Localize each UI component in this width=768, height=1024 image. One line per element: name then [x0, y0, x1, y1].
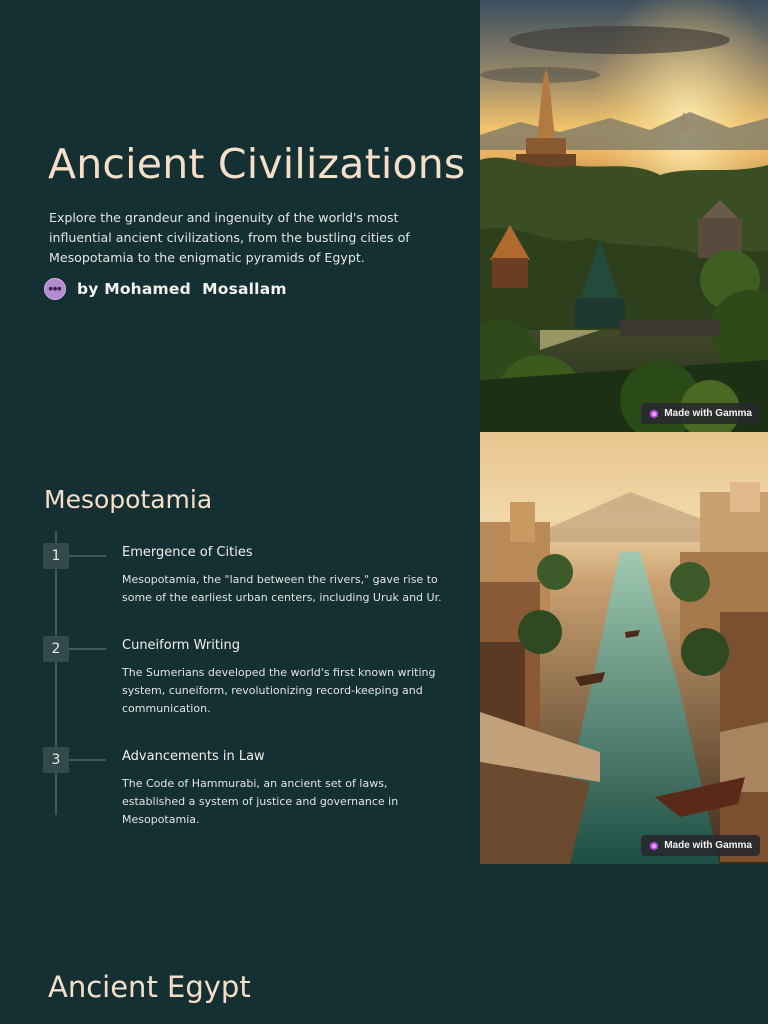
badge-label: Made with Gamma [664, 840, 752, 851]
timeline-item-body: The Code of Hammurabi, an ancient set of… [122, 777, 399, 826]
hero-image: Made with Gamma [480, 0, 768, 432]
made-with-gamma-badge[interactable]: Made with Gamma [641, 835, 760, 856]
timeline-item-body: Mesopotamia, the "land between the river… [122, 573, 442, 604]
made-with-gamma-badge[interactable]: Made with Gamma [641, 403, 760, 424]
timeline-connector [69, 555, 106, 557]
hero-description: Explore the grandeur and ingenuity of th… [49, 210, 410, 265]
author-name: by Mohamed Mosallam [77, 280, 287, 298]
timeline-item-title: Advancements in Law [122, 749, 265, 764]
timeline-item-title: Emergence of Cities [122, 545, 253, 560]
egypt-section: Ancient Egypt [0, 864, 768, 1024]
gamma-logo-icon [650, 409, 659, 418]
timeline-number: 1 [43, 543, 69, 569]
badge-label: Made with Gamma [664, 408, 752, 419]
mesopotamia-section: Mesopotamia 1 Emergence of Cities Mesopo… [0, 432, 768, 864]
section-title: Ancient Egypt [48, 970, 251, 1004]
gamma-logo-icon [650, 841, 659, 850]
timeline-number: 2 [43, 636, 69, 662]
timeline-item-body: The Sumerians developed the world's firs… [122, 666, 436, 715]
page-title: Ancient Civilizations [48, 140, 466, 188]
hero-section: Ancient Civilizations Explore the grande… [0, 0, 768, 432]
author-line: ●●● by Mohamed Mosallam [44, 278, 287, 300]
avatar: ●●● [44, 278, 66, 300]
river-city-illustration [480, 432, 768, 864]
timeline-connector [69, 759, 106, 761]
timeline-number: 3 [43, 747, 69, 773]
section-title: Mesopotamia [44, 485, 213, 514]
timeline-connector [69, 648, 106, 650]
ancient-city-illustration [480, 0, 768, 432]
timeline-item-title: Cuneiform Writing [122, 638, 241, 653]
mesopotamia-image: Made with Gamma [480, 432, 768, 864]
